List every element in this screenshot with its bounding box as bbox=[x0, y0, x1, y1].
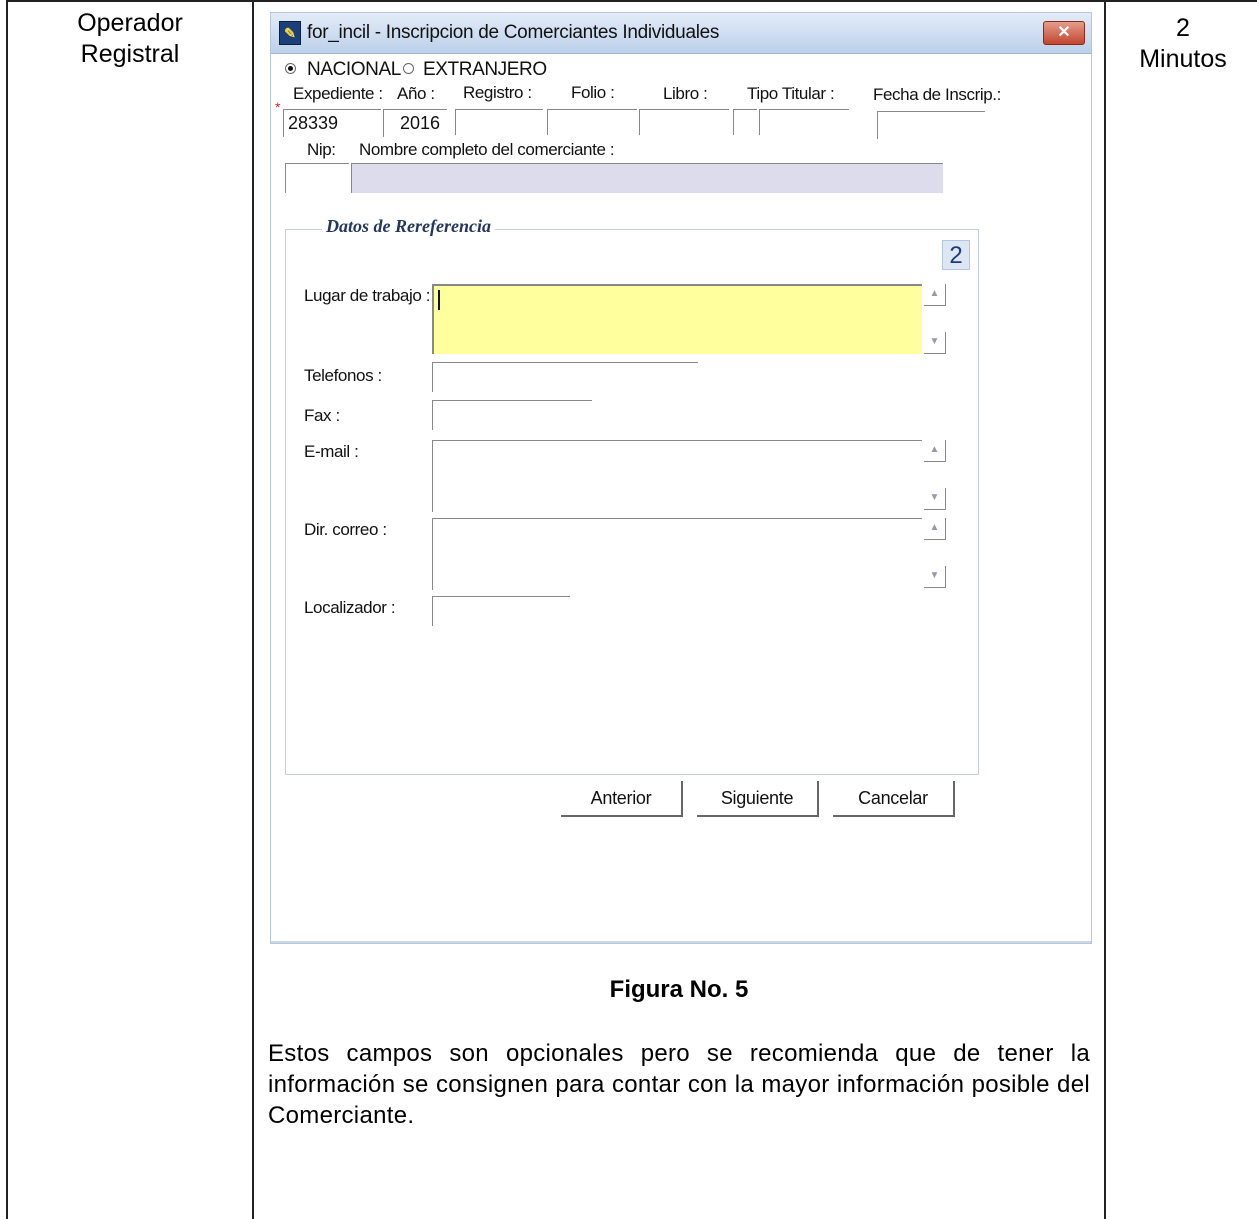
fax-label: Fax : bbox=[304, 406, 340, 425]
scroll-down-icon[interactable]: ▼ bbox=[924, 566, 946, 588]
lugar-trabajo-field[interactable] bbox=[432, 284, 922, 354]
scroll-up-icon[interactable]: ▲ bbox=[924, 518, 946, 540]
window-bottom-edge bbox=[271, 941, 1091, 943]
app-icon: ✎ bbox=[279, 21, 301, 45]
role-line-2: Registral bbox=[80, 40, 180, 68]
registration-window: ✎ for_incil - Inscripcion de Comerciante… bbox=[270, 12, 1092, 944]
group-title: Datos de Rereferencia bbox=[322, 216, 495, 237]
siguiente-button[interactable]: Siguiente bbox=[697, 781, 819, 817]
scroll-down-icon[interactable]: ▼ bbox=[924, 488, 946, 510]
localizador-label: Localizador : bbox=[304, 598, 396, 617]
role-cell: Operador Registral bbox=[10, 8, 250, 70]
close-button[interactable]: ✕ bbox=[1043, 21, 1085, 45]
radio-nacional-label[interactable]: NACIONAL bbox=[307, 59, 401, 81]
role-line-1: Operador bbox=[77, 9, 183, 37]
registro-label: Registro : bbox=[463, 83, 532, 102]
tipo-titular-label: Tipo Titular : bbox=[747, 84, 835, 103]
nombre-field bbox=[351, 163, 943, 193]
anterior-button[interactable]: Anterior bbox=[561, 781, 683, 817]
window-titlebar[interactable]: ✎ for_incil - Inscripcion de Comerciante… bbox=[271, 13, 1091, 54]
folio-label: Folio : bbox=[571, 83, 615, 102]
time-value: 2 bbox=[1176, 14, 1190, 42]
folio-field[interactable] bbox=[547, 109, 637, 135]
tipo-titular-field[interactable] bbox=[759, 109, 849, 135]
nip-label: Nip: bbox=[307, 140, 336, 159]
window-title: for_incil - Inscripcion de Comerciantes … bbox=[307, 22, 720, 43]
expediente-field[interactable]: 28339 bbox=[283, 109, 381, 137]
time-cell: 2 Minutos bbox=[1108, 13, 1257, 75]
table-border-left bbox=[6, 0, 8, 1219]
page-number-badge: 2 bbox=[942, 240, 970, 270]
scroll-down-icon[interactable]: ▼ bbox=[924, 332, 946, 354]
table-divider-2 bbox=[1104, 0, 1106, 1219]
radio-extranjero-label[interactable]: EXTRANJERO bbox=[423, 59, 547, 81]
radio-nacional[interactable] bbox=[285, 63, 296, 74]
anio-label: Año : bbox=[397, 84, 435, 103]
fecha-inscrip-label: Fecha de Inscrip.: bbox=[873, 85, 1001, 104]
radio-extranjero[interactable] bbox=[403, 63, 414, 74]
cancelar-button[interactable]: Cancelar bbox=[833, 781, 955, 817]
expediente-label: Expediente : bbox=[293, 84, 383, 103]
registro-field[interactable] bbox=[455, 109, 543, 135]
fecha-inscrip-field[interactable] bbox=[877, 111, 985, 139]
text-cursor bbox=[438, 290, 440, 310]
time-unit: Minutos bbox=[1139, 45, 1227, 73]
telefonos-label: Telefonos : bbox=[304, 366, 382, 385]
libro-label: Libro : bbox=[663, 84, 708, 103]
lugar-trabajo-label: Lugar de trabajo : bbox=[304, 286, 431, 305]
reference-data-group: Datos de Rereferencia 2 Lugar de trabajo… bbox=[285, 216, 979, 775]
dir-correo-scrollbar[interactable]: ▲ ▼ bbox=[924, 518, 946, 590]
fax-field[interactable] bbox=[432, 400, 592, 430]
table-border-top bbox=[8, 0, 1257, 2]
scroll-up-icon[interactable]: ▲ bbox=[924, 440, 946, 462]
dir-correo-label: Dir. correo : bbox=[304, 520, 387, 539]
description-text: Estos campos son opcionales pero se reco… bbox=[268, 1040, 1090, 1129]
nip-field[interactable] bbox=[285, 163, 349, 193]
lugar-trabajo-scrollbar[interactable]: ▲ ▼ bbox=[924, 284, 946, 356]
email-field[interactable] bbox=[432, 440, 922, 512]
email-label: E-mail : bbox=[304, 442, 359, 461]
telefonos-field[interactable] bbox=[432, 362, 698, 392]
scroll-up-icon[interactable]: ▲ bbox=[924, 284, 946, 306]
tipo-titular-code-field[interactable] bbox=[733, 109, 757, 135]
dir-correo-field[interactable] bbox=[432, 518, 922, 590]
figure-caption: Figura No. 5 bbox=[609, 976, 749, 1003]
table-divider-1 bbox=[252, 0, 254, 1219]
nombre-label: Nombre completo del comerciante : bbox=[359, 140, 615, 159]
required-marker: * bbox=[275, 99, 281, 115]
libro-field[interactable] bbox=[639, 109, 729, 135]
anio-field[interactable]: 2016 bbox=[383, 109, 447, 137]
email-scrollbar[interactable]: ▲ ▼ bbox=[924, 440, 946, 512]
localizador-field[interactable] bbox=[432, 596, 570, 626]
